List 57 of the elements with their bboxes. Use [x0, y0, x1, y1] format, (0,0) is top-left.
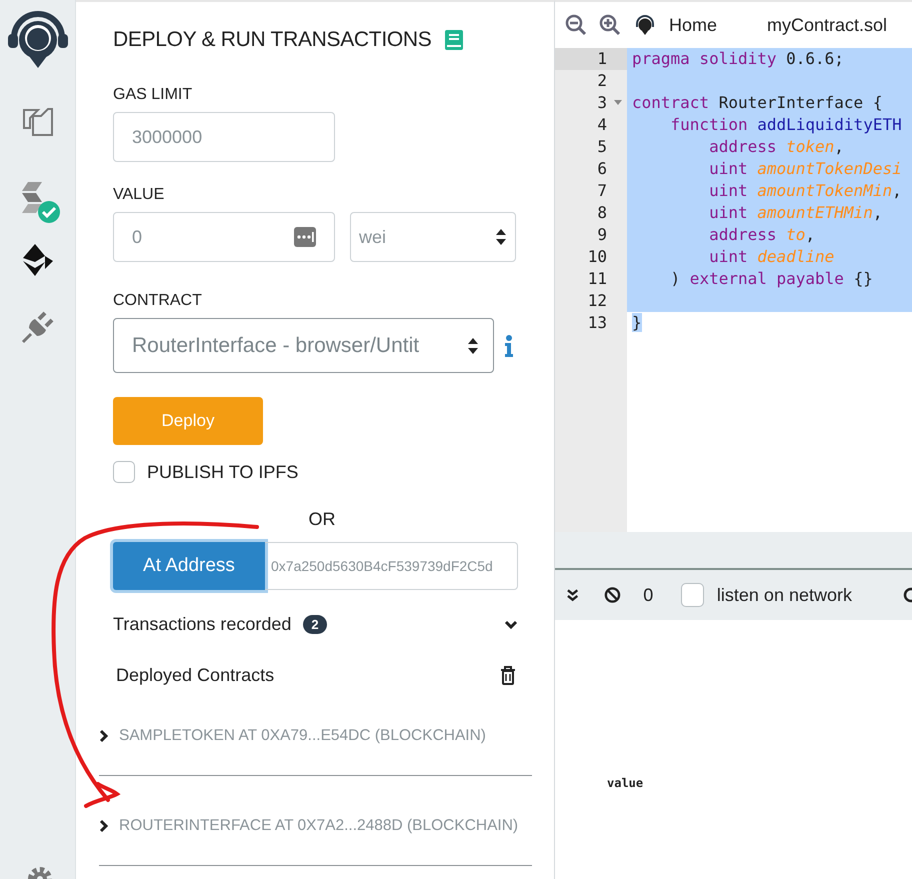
unit-select[interactable]: wei [350, 212, 516, 262]
ellipsis-icon[interactable] [294, 227, 316, 247]
at-address-button[interactable]: At Address [113, 542, 265, 590]
transactions-recorded-label[interactable]: Transactions recorded [113, 614, 292, 635]
panel-resize-bar[interactable] [555, 532, 912, 570]
ethereum-deploy-icon[interactable] [20, 242, 54, 276]
book-icon[interactable] [445, 30, 464, 50]
line-number: 1 [597, 48, 607, 70]
address-field[interactable]: 0x7a250d5630B4cF539739dF2C5d [265, 542, 518, 590]
clear-icon[interactable] [604, 586, 622, 604]
plug-icon[interactable] [20, 310, 54, 344]
line-number: 5 [597, 136, 607, 158]
line-number: 12 [588, 290, 607, 312]
editor-tab[interactable]: myContract.sol [767, 14, 888, 36]
line-number: 8 [597, 202, 607, 224]
info-icon[interactable] [504, 334, 514, 356]
listen-label: listen on network [716, 584, 852, 606]
deployed-contracts-label: Deployed Contracts [116, 665, 274, 686]
panel-title: DEPLOY & RUN TRANSACTIONS [113, 28, 432, 52]
search-icon[interactable] [902, 586, 912, 604]
line-number: 10 [588, 246, 607, 268]
line-number: 6 [597, 158, 607, 180]
chevron-right-icon[interactable] [99, 818, 109, 832]
headphones-logo-icon [633, 13, 657, 37]
double-chevron-down-icon[interactable] [567, 588, 578, 602]
gas-limit-field[interactable]: 3000000 [113, 112, 335, 162]
checkbox[interactable] [681, 583, 704, 607]
line-number: 3 [597, 92, 607, 114]
trash-icon[interactable] [500, 666, 516, 685]
sort-arrows-icon [467, 336, 479, 354]
editor-tab[interactable]: Home [669, 14, 718, 36]
chevron-down-icon[interactable] [504, 620, 518, 630]
contract-select[interactable]: RouterInterface - browser/Untit [113, 318, 494, 373]
line-number: 7 [597, 180, 607, 202]
line-number: 11 [588, 268, 607, 290]
line-number: 13 [588, 312, 607, 334]
field-label: GAS LIMIT [113, 86, 194, 104]
count-badge: 2 [303, 615, 327, 634]
sort-arrows-icon [495, 228, 507, 246]
line-number: 9 [597, 224, 607, 246]
zoom-out-icon[interactable] [565, 14, 587, 36]
fold-arrow-icon[interactable] [614, 100, 622, 105]
zoom-in-icon[interactable] [599, 14, 621, 36]
pending-count: 0 [643, 584, 654, 606]
checkbox[interactable] [113, 461, 135, 483]
line-number: 4 [597, 114, 607, 136]
line-number: 2 [597, 70, 607, 92]
field-label: VALUE [113, 186, 166, 204]
contract-instance[interactable]: ROUTERINTERFACE AT 0X7A2...2488D (BLOCKCHAIN) [119, 816, 518, 834]
field-label: CONTRACT [113, 292, 203, 310]
value-field[interactable]: 0 [113, 212, 335, 262]
checkbox-label: PUBLISH TO IPFS [147, 462, 298, 482]
chevron-right-icon[interactable] [99, 728, 109, 742]
contract-instance[interactable]: SAMPLETOKEN AT 0XA79...E54DC (BLOCKCHAIN) [119, 726, 486, 744]
deploy-button[interactable]: Deploy [113, 397, 263, 445]
terminal-output: value [607, 776, 644, 790]
or-separator: OR [308, 509, 336, 530]
